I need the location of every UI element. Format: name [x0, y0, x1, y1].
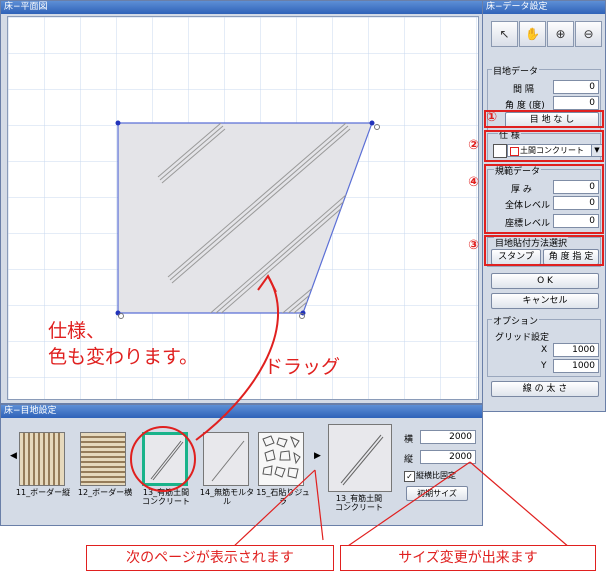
next-page-pointer-b	[314, 469, 324, 541]
highlight-circle	[130, 426, 196, 492]
resize-callout: サイズ変更が出来ます	[340, 545, 596, 571]
annotation-overlay	[130, 274, 571, 549]
drag-note: ドラッグ	[264, 356, 341, 378]
spec-note: 仕様、 色も変わります。	[48, 318, 198, 370]
next-page-pointer	[231, 469, 316, 549]
next-page-callout: 次のページが表示されます	[86, 545, 334, 571]
resize-pointer	[344, 461, 471, 549]
spec-note-line1: 仕様、	[48, 320, 106, 342]
resize-pointer-b	[469, 461, 571, 549]
spec-note-line2: 色も変わります。	[48, 346, 199, 368]
